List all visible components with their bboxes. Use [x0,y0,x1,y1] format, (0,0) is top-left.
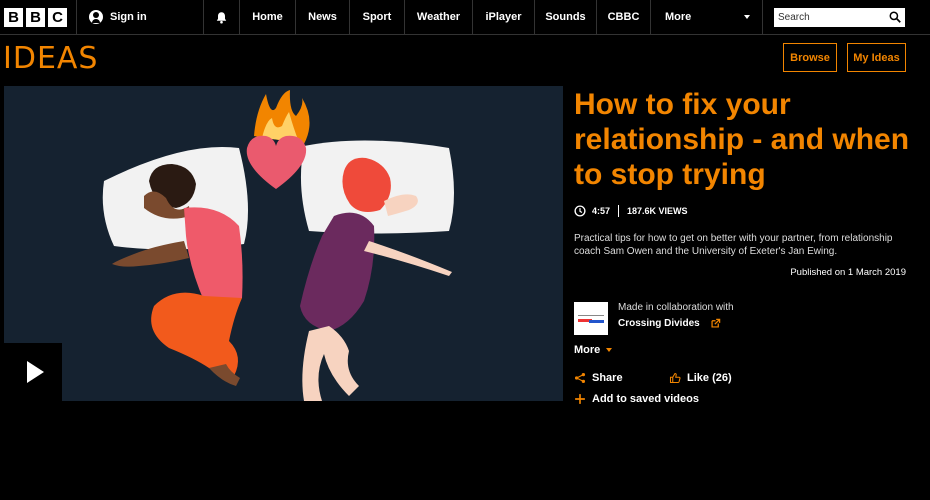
nav-item-news[interactable]: News [295,0,349,34]
user-icon [89,10,103,24]
like-label: Like (26) [687,372,732,384]
nav-item-home[interactable]: Home [239,0,295,34]
signin-link[interactable]: Sign in [76,0,203,34]
nav-item-weather[interactable]: Weather [404,0,472,34]
chevron-down-icon [606,348,613,352]
play-icon [26,361,44,383]
signin-label: Sign in [110,11,147,23]
published-date: Published on 1 March 2019 [790,267,906,278]
share-icon [574,372,586,384]
collaborator-link[interactable]: Crossing Divides [618,318,721,329]
add-to-saved-button[interactable]: Add to saved videos [574,393,699,405]
bbc-logo-letter: B [4,7,23,27]
ideas-section-logo[interactable]: IDEAS [3,41,98,76]
logo-stripe [589,320,604,323]
bell-icon [216,11,227,24]
search-area [762,0,930,34]
more-toggle[interactable]: More [574,344,613,356]
nav-item-sport[interactable]: Sport [349,0,404,34]
video-meta: 4:57 187.6K VIEWS [574,205,688,217]
thumbs-up-icon [669,372,681,384]
add-to-saved-label: Add to saved videos [592,393,699,405]
plus-icon [575,394,585,404]
chevron-down-icon [744,15,750,19]
bbc-global-nav: B B C Sign in Home News Sport Weather iP… [0,0,930,35]
collaborator-logo[interactable] [574,302,608,335]
nav-more-label: More [665,11,692,23]
man-shirt [184,207,243,304]
nav-item-cbbc[interactable]: CBBC [596,0,650,34]
bbc-logo-letter: C [48,7,67,27]
search-input[interactable] [778,11,878,23]
external-link-icon [711,318,720,328]
man-trousers [151,292,242,376]
meta-divider [618,205,620,217]
more-label: More [574,344,601,356]
woman-arm [364,241,452,276]
article-description: Practical tips for how to get on better … [574,233,893,257]
collaborator-name: Crossing Divides [618,318,700,329]
browse-button[interactable]: Browse [783,43,837,72]
video-views: 187.6K VIEWS [627,206,688,216]
bbc-logo-letter: B [26,7,45,27]
nav-more-menu[interactable]: More [650,0,762,34]
video-duration: 4:57 [592,206,611,216]
logo-stripe [578,315,604,316]
notifications-button[interactable] [203,0,239,34]
like-button[interactable]: Like (26) [669,372,732,384]
search-box [774,7,905,27]
woman-legs [302,326,359,401]
share-button[interactable]: Share [574,372,623,384]
my-ideas-button[interactable]: My Ideas [847,43,906,72]
article-title: How to fix your relationship - and when … [574,88,910,191]
nav-item-iplayer[interactable]: iPlayer [472,0,534,34]
nav-item-sounds[interactable]: Sounds [534,0,596,34]
share-label: Share [592,372,623,384]
play-button[interactable] [4,343,62,401]
collaboration-intro: Made in collaboration with [618,302,734,313]
clock-icon [574,205,586,217]
video-thumbnail-illustration [102,90,454,401]
heart-shape [246,135,307,189]
search-icon[interactable] [889,11,901,23]
video-player[interactable] [4,86,563,401]
bbc-logo[interactable]: B B C [0,0,76,34]
